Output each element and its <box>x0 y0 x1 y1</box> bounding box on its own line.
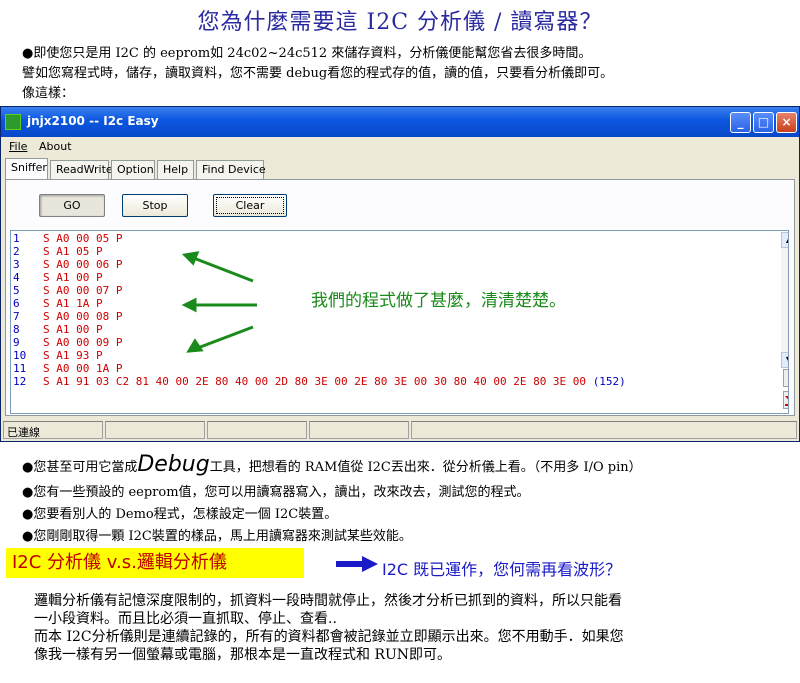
log-row-number: 6 <box>13 297 20 310</box>
log-row: 11 S A0 00 1A P <box>13 363 122 375</box>
annotation-text: 我們的程式做了甚麼，清清楚楚。 <box>311 291 566 311</box>
intro-line-1: ●即使您只是用 I2C 的 eeprom如 24c02~24c512 來儲存資料… <box>22 46 592 61</box>
log-row: 7 S A0 00 08 P <box>13 311 122 323</box>
log-row-number: 1 <box>13 232 20 245</box>
status-pane <box>207 421 307 439</box>
menu-bar: File About <box>1 137 799 157</box>
log-row-data: S A0 00 07 P <box>43 284 123 297</box>
log-row-data: S A0 00 1A P <box>43 362 123 375</box>
log-scrollbar[interactable]: ▲ ▼ <box>781 232 788 368</box>
log-row-number: 12 <box>13 375 27 388</box>
log-row-number: 11 <box>13 362 27 375</box>
menu-about[interactable]: About <box>39 140 72 153</box>
log-row-number: 10 <box>13 349 27 362</box>
scroll-up-icon[interactable]: ▲ <box>781 232 788 248</box>
log-row: 5 S A0 00 07 P <box>13 285 122 297</box>
log-row-count: (152) <box>592 375 626 388</box>
annotation-arrows-icon <box>181 251 257 353</box>
page-title: 您為什麼需要這 I2C 分析儀 / 讀寫器？ <box>197 10 603 35</box>
n-button[interactable]: N <box>783 369 788 387</box>
log-row-data: S A0 00 06 P <box>43 258 123 271</box>
log-row: 2 S A1 05 P <box>13 246 103 258</box>
right-arrow-icon <box>336 556 378 572</box>
bullet-debug-post: 工具，把想看的 RAM值從 I2C丟出來．從分析儀上看。（不用多 I/O pin… <box>209 460 642 475</box>
paragraph-line-3: 而本 I2C分析儀則是連續記錄的，所有的資料都會被記錄並立即顯示出來。您不用動手… <box>34 629 624 645</box>
tab-find-device[interactable]: Find Device <box>196 160 266 179</box>
log-row-data: S A0 00 09 P <box>43 336 123 349</box>
window-title: jnjx2100 -- I2c Easy <box>27 114 159 128</box>
log-row: 10 S A1 93 P <box>13 350 103 362</box>
window-titlebar[interactable]: jnjx2100 -- I2c Easy _ □ × <box>1 107 799 137</box>
close-button[interactable]: × <box>776 112 797 133</box>
log-row-data: S A1 93 P <box>43 349 103 362</box>
log-row-number: 2 <box>13 245 20 258</box>
tab-help[interactable]: Help <box>157 160 194 179</box>
log-row: 9 S A0 00 09 P <box>13 337 122 349</box>
log-row-number: 3 <box>13 258 20 271</box>
bullet-debug: ●您甚至可用它當成Debug工具，把想看的 RAM值從 I2C丟出來．從分析儀上… <box>22 452 642 477</box>
log-row-number: 8 <box>13 323 20 336</box>
log-row-number: 5 <box>13 284 20 297</box>
scroll-down-icon[interactable]: ▼ <box>781 352 788 368</box>
intro-line-2: 譬如您寫程式時，儲存，讀取資料，您不需要 debug看您的程式存的值，讀的值，只… <box>22 66 614 81</box>
log-row-data: S A1 91 03 C2 81 40 00 2E 80 40 00 2D 80… <box>43 375 587 388</box>
log-row: 4 S A1 00 P <box>13 272 103 284</box>
status-pane <box>309 421 409 439</box>
log-row: 12 S A1 91 03 C2 81 40 00 2E 80 40 00 2D … <box>13 376 626 388</box>
debug-word: Debug <box>137 452 210 477</box>
log-row-data: S A1 00 P <box>43 323 103 336</box>
tab-option[interactable]: Option <box>111 160 155 179</box>
app-icon[interactable] <box>5 114 21 130</box>
comparison-badge: I2C 分析儀 v.s.邏輯分析儀 <box>6 548 304 578</box>
log-row: 3 S A0 00 06 P <box>13 259 122 271</box>
intro-line-3: 像這樣： <box>22 86 75 101</box>
paragraph-line-2: 一小段資料。而且比必須一直抓取、停止、查看.. <box>34 611 337 627</box>
tab-sniffer[interactable]: Sniffer <box>5 158 48 180</box>
bullet-debug-pre: ●您甚至可用它當成 <box>22 460 138 475</box>
paragraph-line-1: 邏輯分析儀有記憶深度限制的，抓資料一段時間就停止，然後才分析已抓到的資料，所以只… <box>34 593 622 609</box>
clear-button[interactable]: Clear <box>213 194 287 217</box>
log-row-data: S A0 00 05 P <box>43 232 123 245</box>
minimize-button[interactable]: _ <box>730 112 751 133</box>
log-row-data: S A1 05 P <box>43 245 103 258</box>
jump-end-button[interactable] <box>783 391 788 409</box>
go-button[interactable]: GO <box>39 194 105 217</box>
status-bar: 已連線 <box>1 419 799 441</box>
status-connection: 已連線 <box>3 421 103 439</box>
menu-file[interactable]: File <box>9 140 27 153</box>
log-row-data: S A1 00 P <box>43 271 103 284</box>
bullet-eeprom: ●您有一些預設的 eeprom值，您可以用讀寫器寫入，讀出，改來改去，測試您的程… <box>22 485 530 500</box>
log-row-number: 4 <box>13 271 20 284</box>
status-pane <box>411 421 797 439</box>
log-row: 6 S A1 1A P <box>13 298 103 310</box>
log-row-data: S A0 00 08 P <box>43 310 123 323</box>
log-row-number: 7 <box>13 310 20 323</box>
bullet-sample: ●您剛剛取得一顆 I2C裝置的樣品，馬上用讀寫器來測試某些效能。 <box>22 529 412 544</box>
log-row-number: 9 <box>13 336 20 349</box>
stop-button[interactable]: Stop <box>122 194 188 217</box>
sniffer-log[interactable]: 1 S A0 00 05 P 2 S A1 05 P 3 S A0 00 06 P 4… <box>10 230 789 414</box>
app-window: jnjx2100 -- I2c Easy _ □ × File About Sn… <box>0 106 800 442</box>
tab-readwrite[interactable]: ReadWrite <box>50 160 113 179</box>
sniffer-panel: GO Stop Clear 1 S A0 00 05 P 2 S A1 05 P 3… <box>5 179 795 416</box>
status-pane <box>105 421 205 439</box>
paragraph-line-4: 像我一樣有另一個螢幕或電腦，那根本是一直改程式和 RUN即可。 <box>34 647 452 663</box>
maximize-button[interactable]: □ <box>753 112 774 133</box>
bullet-demo: ●您要看別人的 Demo程式，怎樣設定一個 I2C裝置。 <box>22 507 338 522</box>
log-row: 1 S A0 00 05 P <box>13 233 122 245</box>
comparison-question: I2C 既已運作，您何需再看波形？ <box>382 560 622 579</box>
log-row: 8 S A1 00 P <box>13 324 103 336</box>
log-row-data: S A1 1A P <box>43 297 103 310</box>
red-down-arrow-icon <box>785 396 788 406</box>
